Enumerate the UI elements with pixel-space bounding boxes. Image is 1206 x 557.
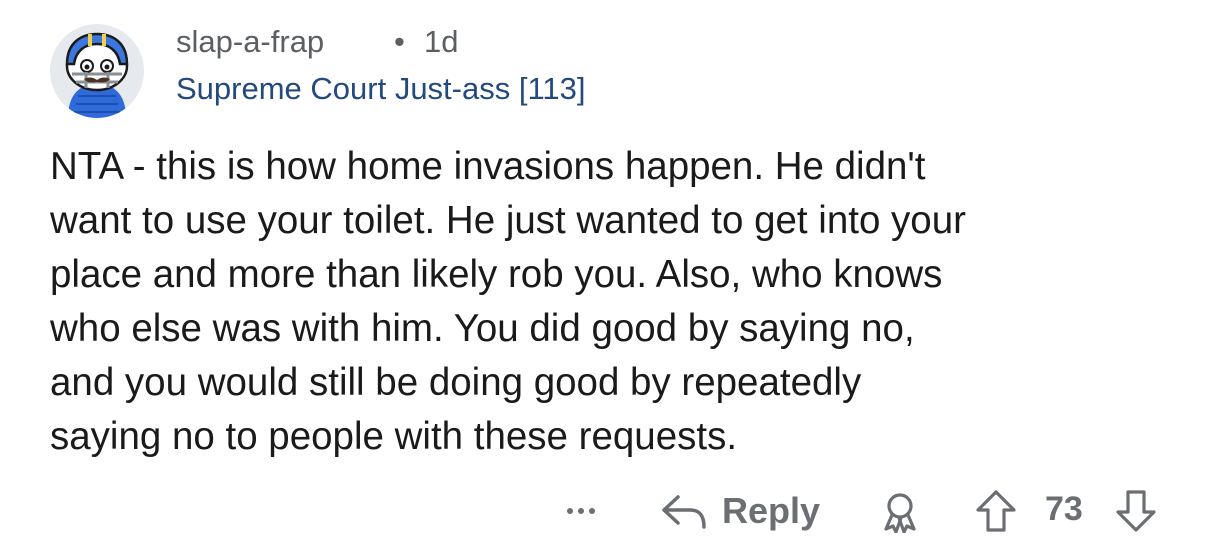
comment-body-line: who else was with him. You did good by s…	[50, 307, 915, 350]
comment-body-line: NTA - this is how home invasions happen.…	[50, 145, 926, 188]
comment-age: 1d	[424, 24, 459, 59]
more-options-button[interactable]	[555, 486, 607, 536]
meta-separator: •	[394, 24, 405, 59]
award-icon	[884, 493, 916, 534]
award-button[interactable]	[880, 491, 920, 534]
upvote-arrow-icon	[976, 490, 1016, 532]
downvote-arrow-icon	[1116, 490, 1156, 532]
vote-count: 73	[1045, 490, 1083, 528]
avatar[interactable]	[50, 24, 144, 118]
more-options-icon	[567, 508, 573, 514]
comment-body-line: and you would still be doing good by rep…	[50, 361, 862, 404]
reply-arrow-icon	[662, 495, 706, 529]
reply-label: Reply	[722, 490, 821, 531]
downvote-button[interactable]	[1115, 489, 1157, 533]
comment-body-line: saying no to people with these requests.	[50, 415, 738, 458]
comment-body: NTA - this is how home invasions happen.…	[50, 140, 1190, 464]
author-username[interactable]: slap-a-frap	[176, 24, 324, 60]
more-options-icon	[578, 508, 584, 514]
comment-body-line: want to use your toilet. He just wanted …	[50, 199, 966, 242]
user-flair: Supreme Court Just-ass [113]	[176, 71, 586, 106]
comment: slap-a-frap • 1d Supreme Court Just-ass …	[0, 0, 1206, 557]
comment-actions: Reply 73	[0, 486, 1206, 536]
avatar-snoo-icon	[65, 32, 129, 118]
upvote-button[interactable]	[975, 489, 1017, 533]
reply-button[interactable]: Reply	[660, 486, 820, 536]
more-options-icon	[589, 508, 595, 514]
comment-body-line: place and more than likely rob you. Also…	[50, 253, 943, 296]
